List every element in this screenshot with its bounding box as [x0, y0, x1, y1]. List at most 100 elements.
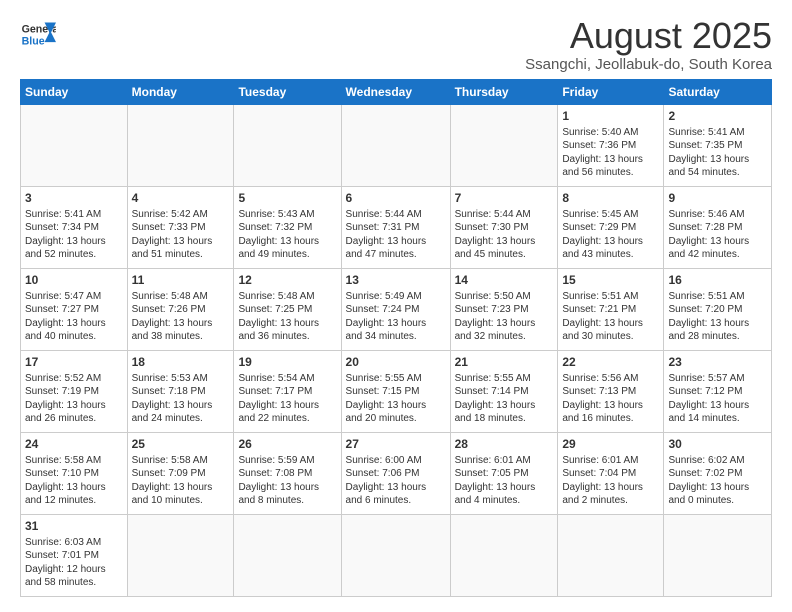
day-number: 6 [346, 190, 446, 206]
day-info: Sunrise: 5:51 AM Sunset: 7:20 PM Dayligh… [668, 291, 751, 343]
table-row: 28 Sunrise: 6:01 AM Sunset: 7:05 PM Dayli… [450, 432, 558, 514]
table-row: 24 Sunrise: 5:58 AM Sunset: 7:10 PM Dayli… [21, 432, 128, 514]
table-row: 22Sunrise: 5:56 AM Sunset: 7:13 PM Dayli… [558, 350, 664, 432]
day-number: 24 [25, 436, 123, 452]
col-thursday: Thursday [450, 79, 558, 104]
day-number: 25 [132, 436, 230, 452]
calendar-week-row-5: 31 Sunrise: 6:03 AM Sunset: 7:01 PM Dayli… [21, 514, 772, 596]
table-row: 2 Sunrise: 5:41 AM Sunset: 7:35 PM Daylig… [664, 104, 772, 186]
table-row: 12 Sunrise: 5:48 AM Sunset: 7:25 PM Dayli… [234, 268, 341, 350]
day-number: 4 [132, 190, 230, 206]
calendar-week-row-2: 10Sunrise: 5:47 AM Sunset: 7:27 PM Dayli… [21, 268, 772, 350]
day-number: 31 [25, 518, 123, 534]
day-info: Sunrise: 6:00 AM Sunset: 7:06 PM Dayligh… [346, 455, 429, 507]
day-number: 1 [562, 108, 659, 124]
day-info: Sunrise: 5:42 AM Sunset: 7:33 PM Dayligh… [132, 209, 215, 261]
day-number: 17 [25, 354, 123, 370]
day-number: 12 [238, 272, 336, 288]
day-number: 27 [346, 436, 446, 452]
calendar-week-row-0: 1 Sunrise: 5:40 AM Sunset: 7:36 PM Daylig… [21, 104, 772, 186]
table-row: 19Sunrise: 5:54 AM Sunset: 7:17 PM Dayli… [234, 350, 341, 432]
day-info: Sunrise: 5:46 AM Sunset: 7:28 PM Dayligh… [668, 209, 751, 261]
table-row: 25Sunrise: 5:58 AM Sunset: 7:09 PM Dayli… [127, 432, 234, 514]
svg-text:Blue: Blue [22, 36, 45, 48]
table-row [21, 104, 128, 186]
day-number: 20 [346, 354, 446, 370]
day-info: Sunrise: 5:45 AM Sunset: 7:29 PM Dayligh… [562, 209, 645, 261]
col-friday: Friday [558, 79, 664, 104]
month-title: August 2025 [525, 16, 772, 56]
page: General Blue August 2025 Ssangchi, Jeoll… [0, 0, 792, 607]
day-info: Sunrise: 5:43 AM Sunset: 7:32 PM Dayligh… [238, 209, 321, 261]
table-row: 4 Sunrise: 5:42 AM Sunset: 7:33 PM Daylig… [127, 186, 234, 268]
day-number: 21 [455, 354, 554, 370]
day-info: Sunrise: 5:55 AM Sunset: 7:14 PM Dayligh… [455, 373, 538, 425]
day-number: 8 [562, 190, 659, 206]
table-row: 11Sunrise: 5:48 AM Sunset: 7:26 PM Dayli… [127, 268, 234, 350]
day-info: Sunrise: 5:55 AM Sunset: 7:15 PM Dayligh… [346, 373, 429, 425]
day-info: Sunrise: 5:56 AM Sunset: 7:13 PM Dayligh… [562, 373, 645, 425]
day-number: 26 [238, 436, 336, 452]
calendar-week-row-1: 3 Sunrise: 5:41 AM Sunset: 7:34 PM Daylig… [21, 186, 772, 268]
day-info: Sunrise: 6:01 AM Sunset: 7:05 PM Dayligh… [455, 455, 538, 507]
calendar-table: Sunday Monday Tuesday Wednesday Thursday… [20, 79, 772, 597]
calendar-header-row: Sunday Monday Tuesday Wednesday Thursday… [21, 79, 772, 104]
day-info: Sunrise: 5:48 AM Sunset: 7:25 PM Dayligh… [238, 291, 321, 343]
day-number: 16 [668, 272, 767, 288]
day-info: Sunrise: 5:40 AM Sunset: 7:36 PM Dayligh… [562, 127, 645, 179]
col-tuesday: Tuesday [234, 79, 341, 104]
day-info: Sunrise: 5:58 AM Sunset: 7:10 PM Dayligh… [25, 455, 108, 507]
table-row: 15Sunrise: 5:51 AM Sunset: 7:21 PM Dayli… [558, 268, 664, 350]
day-info: Sunrise: 5:59 AM Sunset: 7:08 PM Dayligh… [238, 455, 321, 507]
day-info: Sunrise: 6:02 AM Sunset: 7:02 PM Dayligh… [668, 455, 751, 507]
day-number: 5 [238, 190, 336, 206]
location: Ssangchi, Jeollabuk-do, South Korea [525, 56, 772, 73]
day-number: 11 [132, 272, 230, 288]
day-info: Sunrise: 5:47 AM Sunset: 7:27 PM Dayligh… [25, 291, 108, 343]
day-info: Sunrise: 5:44 AM Sunset: 7:30 PM Dayligh… [455, 209, 538, 261]
day-info: Sunrise: 6:03 AM Sunset: 7:01 PM Dayligh… [25, 537, 108, 589]
table-row: 7Sunrise: 5:44 AM Sunset: 7:30 PM Daylig… [450, 186, 558, 268]
day-info: Sunrise: 5:41 AM Sunset: 7:35 PM Dayligh… [668, 127, 751, 179]
table-row [450, 514, 558, 596]
day-info: Sunrise: 6:01 AM Sunset: 7:04 PM Dayligh… [562, 455, 645, 507]
table-row: 17 Sunrise: 5:52 AM Sunset: 7:19 PM Dayli… [21, 350, 128, 432]
table-row [234, 104, 341, 186]
table-row [341, 104, 450, 186]
table-row [127, 514, 234, 596]
table-row: 23Sunrise: 5:57 AM Sunset: 7:12 PM Dayli… [664, 350, 772, 432]
day-info: Sunrise: 5:51 AM Sunset: 7:21 PM Dayligh… [562, 291, 645, 343]
table-row [341, 514, 450, 596]
day-info: Sunrise: 5:41 AM Sunset: 7:34 PM Dayligh… [25, 209, 108, 261]
table-row: 3 Sunrise: 5:41 AM Sunset: 7:34 PM Daylig… [21, 186, 128, 268]
day-info: Sunrise: 5:54 AM Sunset: 7:17 PM Dayligh… [238, 373, 321, 425]
table-row: 9Sunrise: 5:46 AM Sunset: 7:28 PM Daylig… [664, 186, 772, 268]
table-row: 13Sunrise: 5:49 AM Sunset: 7:24 PM Dayli… [341, 268, 450, 350]
table-row [127, 104, 234, 186]
day-info: Sunrise: 5:57 AM Sunset: 7:12 PM Dayligh… [668, 373, 751, 425]
table-row: 27 Sunrise: 6:00 AM Sunset: 7:06 PM Dayli… [341, 432, 450, 514]
title-block: August 2025 Ssangchi, Jeollabuk-do, Sout… [525, 16, 772, 73]
day-info: Sunrise: 5:53 AM Sunset: 7:18 PM Dayligh… [132, 373, 215, 425]
table-row: 1 Sunrise: 5:40 AM Sunset: 7:36 PM Daylig… [558, 104, 664, 186]
table-row: 18 Sunrise: 5:53 AM Sunset: 7:18 PM Dayli… [127, 350, 234, 432]
day-info: Sunrise: 5:44 AM Sunset: 7:31 PM Dayligh… [346, 209, 429, 261]
day-number: 18 [132, 354, 230, 370]
table-row: 30Sunrise: 6:02 AM Sunset: 7:02 PM Dayli… [664, 432, 772, 514]
day-number: 13 [346, 272, 446, 288]
table-row [664, 514, 772, 596]
table-row: 26 Sunrise: 5:59 AM Sunset: 7:08 PM Dayli… [234, 432, 341, 514]
col-sunday: Sunday [21, 79, 128, 104]
day-number: 2 [668, 108, 767, 124]
day-number: 28 [455, 436, 554, 452]
table-row: 20 Sunrise: 5:55 AM Sunset: 7:15 PM Dayli… [341, 350, 450, 432]
calendar-week-row-4: 24 Sunrise: 5:58 AM Sunset: 7:10 PM Dayli… [21, 432, 772, 514]
table-row [450, 104, 558, 186]
header: General Blue August 2025 Ssangchi, Jeoll… [20, 16, 772, 73]
day-info: Sunrise: 5:52 AM Sunset: 7:19 PM Dayligh… [25, 373, 108, 425]
day-number: 3 [25, 190, 123, 206]
table-row: 14Sunrise: 5:50 AM Sunset: 7:23 PM Dayli… [450, 268, 558, 350]
table-row: 29Sunrise: 6:01 AM Sunset: 7:04 PM Dayli… [558, 432, 664, 514]
table-row [558, 514, 664, 596]
table-row: 5 Sunrise: 5:43 AM Sunset: 7:32 PM Daylig… [234, 186, 341, 268]
